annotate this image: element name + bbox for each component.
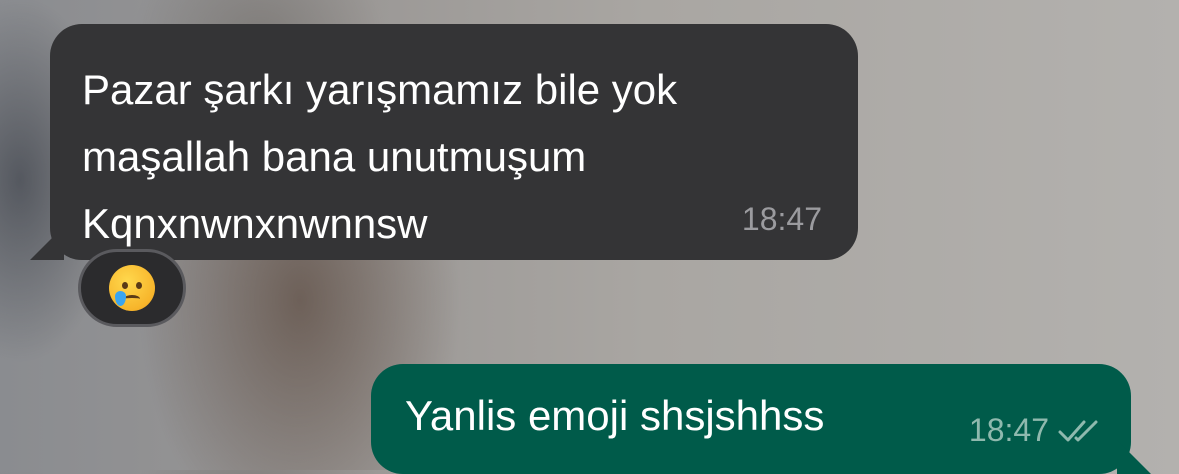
outgoing-message-time: 18:47 (968, 412, 1049, 448)
incoming-message-time: 18:47 (741, 201, 822, 237)
chat-area: Pazar şarkı yarışmamız bile yok maşallah… (0, 0, 1179, 474)
incoming-message-bubble[interactable]: Pazar şarkı yarışmamız bile yok maşallah… (30, 24, 858, 260)
message-reaction[interactable] (78, 249, 186, 327)
incoming-message-text: Pazar şarkı yarışmamız bile yok maşallah… (82, 66, 678, 247)
incoming-bubble-tail (30, 226, 64, 260)
double-check-icon (1057, 417, 1101, 445)
outgoing-message-meta: 18:47 (969, 412, 1101, 449)
crying-face-icon (109, 265, 155, 311)
outgoing-bubble-tail (1117, 440, 1151, 474)
outgoing-message-bubble[interactable]: Yanlis emoji shsjshhss 18:47 (371, 364, 1151, 474)
